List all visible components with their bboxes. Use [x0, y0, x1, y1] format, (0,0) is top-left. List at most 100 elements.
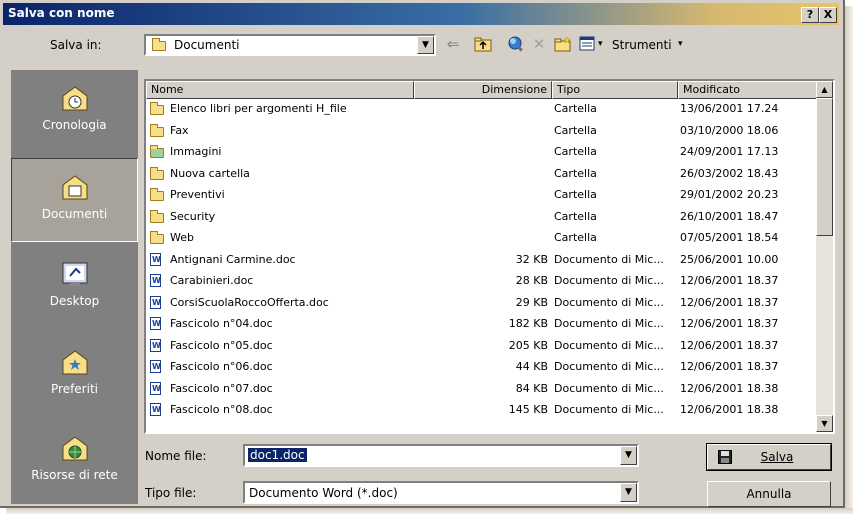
place-network[interactable]: Risorse di rete: [11, 420, 138, 504]
chevron-down-icon[interactable]: ▼: [620, 483, 637, 502]
filetype-value: Documento Word (*.doc): [249, 486, 398, 500]
table-row[interactable]: Immagini Cartella 24/09/2001 17.13: [146, 143, 818, 161]
table-row[interactable]: Web Cartella 07/05/2001 18.54: [146, 229, 818, 247]
table-row[interactable]: Fascicolo n°04.doc 182 KB Documento di Mic…: [146, 315, 818, 333]
file-modified: 12/06/2001 18.38: [680, 381, 779, 395]
file-type: Documento di Mic...: [554, 381, 664, 395]
file-modified: 12/06/2001 18.37: [680, 317, 779, 330]
file-type: Cartella: [554, 231, 597, 244]
file-modified: 25/06/2001 10.00: [680, 252, 779, 266]
file-modified: 03/10/2000 18.06: [680, 123, 779, 137]
file-list[interactable]: Nome Dimensione Tipo Modificato Elenco l…: [144, 79, 835, 434]
table-row[interactable]: Elenco libri per argomenti H_file Cartell…: [146, 100, 818, 118]
place-label: Preferiti: [51, 382, 98, 396]
file-type: Documento di Mic...: [554, 252, 664, 266]
table-row[interactable]: Fascicolo n°05.doc 205 KB Documento di Mic…: [146, 337, 818, 355]
file-modified: 12/06/2001 18.37: [680, 274, 779, 287]
back-icon[interactable]: ⇐: [443, 34, 463, 54]
column-header-name[interactable]: Nome: [146, 81, 414, 99]
file-name: Nuova cartella: [170, 166, 250, 180]
save-in-label: Salva in:: [50, 38, 102, 52]
table-row[interactable]: Security Cartella 26/10/2001 18.47: [146, 208, 818, 226]
folder-icon: [150, 123, 164, 137]
file-type: Cartella: [554, 188, 597, 201]
chevron-down-icon[interactable]: ▼: [620, 446, 637, 465]
views-dropdown-icon[interactable]: ▾: [598, 39, 603, 49]
place-label: Desktop: [49, 294, 100, 308]
folder-icon: [150, 166, 164, 180]
file-type: Documento di Mic...: [554, 360, 664, 373]
file-name: Fascicolo n°06.doc: [170, 360, 273, 373]
column-header-modified[interactable]: Modificato: [678, 81, 818, 99]
column-header-type[interactable]: Tipo: [552, 81, 678, 99]
scroll-down-icon[interactable]: ▼: [816, 415, 833, 432]
file-size: 28 KB: [515, 274, 548, 287]
file-type: Documento di Mic...: [554, 403, 664, 416]
word-doc-icon: [150, 317, 161, 330]
scroll-thumb[interactable]: [816, 98, 833, 236]
cancel-button[interactable]: Annulla: [707, 481, 831, 507]
file-modified: 13/06/2001 17.24: [680, 102, 779, 115]
scroll-up-icon[interactable]: ▲: [816, 81, 833, 98]
help-button[interactable]: ?: [801, 7, 819, 23]
search-web-icon[interactable]: [505, 34, 525, 54]
place-documents[interactable]: Documenti: [11, 158, 138, 242]
table-row[interactable]: Antignani Carmine.doc 32 KB Documento di M…: [146, 251, 818, 269]
place-history[interactable]: Cronologia: [11, 70, 138, 154]
vertical-scrollbar[interactable]: ▲ ▼: [816, 81, 833, 432]
filename-input[interactable]: doc1.doc ▼: [243, 444, 639, 467]
my-documents-icon: [60, 173, 90, 201]
file-name: Fascicolo n°08.doc: [170, 403, 273, 416]
delete-icon[interactable]: ✕: [529, 34, 549, 54]
table-row[interactable]: CorsiScuolaRoccoOfferta.doc 29 KB Document…: [146, 294, 818, 312]
tools-dropdown-icon[interactable]: ▾: [678, 39, 683, 49]
title-bar[interactable]: Salva con nome ? X: [3, 3, 839, 25]
table-row[interactable]: Nuova cartella Cartella 26/03/2002 18.43: [146, 165, 818, 183]
place-label: Cronologia: [42, 118, 107, 132]
file-modified: 12/06/2001 18.37: [680, 295, 779, 309]
table-row[interactable]: Carabinieri.doc 28 KB Documento di Mic... 1…: [146, 272, 818, 290]
file-modified: 12/06/2001 18.38: [680, 403, 779, 416]
place-label: Documenti: [41, 207, 108, 221]
folder-icon: [152, 38, 166, 51]
file-size: 205 KB: [508, 338, 548, 352]
chevron-down-icon[interactable]: ▼: [417, 36, 434, 54]
network-places-icon: [60, 434, 90, 462]
word-doc-icon: [150, 252, 161, 266]
table-row[interactable]: Preventivi Cartella 29/01/2002 20.23: [146, 186, 818, 204]
up-folder-icon[interactable]: [473, 34, 493, 54]
dialog-title: Salva con nome: [8, 6, 115, 20]
table-row[interactable]: Fascicolo n°07.doc 84 KB Documento di Mic.…: [146, 380, 818, 398]
views-icon[interactable]: [578, 34, 598, 54]
save-button[interactable]: Salva: [706, 443, 832, 471]
place-desktop[interactable]: Desktop: [11, 246, 138, 330]
file-modified: 29/01/2002 20.23: [680, 188, 779, 201]
column-header-size[interactable]: Dimensione: [414, 81, 552, 99]
file-modified: 12/06/2001 18.37: [680, 360, 779, 373]
file-type: Cartella: [554, 166, 597, 180]
table-row[interactable]: Fascicolo n°06.doc 44 KB Documento di Mic.…: [146, 358, 818, 376]
file-name: Elenco libri per argomenti H_file: [170, 102, 347, 115]
favorites-icon: [60, 348, 90, 376]
folder-icon: [150, 188, 164, 201]
table-row[interactable]: Fascicolo n°08.doc 145 KB Documento di Mic…: [146, 401, 818, 419]
file-type: Cartella: [554, 123, 597, 137]
filename-value: doc1.doc: [248, 448, 307, 462]
filetype-select[interactable]: Documento Word (*.doc) ▼: [243, 481, 639, 504]
place-favorites[interactable]: Preferiti: [11, 334, 138, 418]
file-type: Documento di Mic...: [554, 274, 664, 287]
folder-icon: [150, 102, 164, 115]
close-button[interactable]: X: [819, 7, 837, 23]
save-as-dialog: Salva con nome ? X Salva in: Documenti ▼…: [0, 0, 845, 508]
tools-menu[interactable]: Strumenti: [612, 38, 672, 52]
file-modified: 07/05/2001 18.54: [680, 231, 779, 244]
file-name: Fascicolo n°07.doc: [170, 381, 273, 395]
file-size: 84 KB: [515, 381, 548, 395]
save-in-combo[interactable]: Documenti ▼: [144, 34, 436, 56]
word-doc-icon: [150, 295, 161, 309]
new-folder-icon[interactable]: [553, 34, 573, 54]
file-name: Carabinieri.doc: [170, 274, 254, 287]
table-row[interactable]: Fax Cartella 03/10/2000 18.06: [146, 122, 818, 140]
save-in-value: Documenti: [174, 38, 240, 52]
file-name: Fascicolo n°04.doc: [170, 317, 273, 330]
